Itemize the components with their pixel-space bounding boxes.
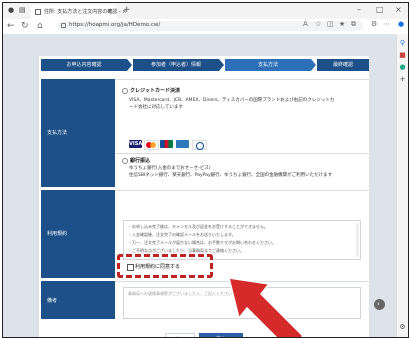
back-button[interactable]: 戻る [165, 333, 195, 337]
bank-transfer-title: 銀行振込 [130, 158, 151, 164]
refresh-icon[interactable]: ↻ [21, 21, 29, 31]
step-payment-method: 支払方法 [225, 59, 311, 71]
mastercard-logo [144, 140, 159, 150]
add-icon[interactable]: + [399, 76, 406, 83]
remarks-placeholder: 事務局への連絡事項等がございましたら、ご記入ください。 [128, 291, 236, 296]
remarks-label: 備考 [47, 298, 58, 304]
copilot-icon[interactable]: ● [398, 21, 405, 28]
credit-card-radio[interactable] [122, 88, 128, 94]
terms-line: ・お申し込み完了後は、キャンセル及び返金をお受けすることができません。 [128, 224, 268, 229]
page-favicon-icon [35, 9, 41, 15]
remarks-label-cell: 備考 [41, 281, 115, 319]
tab-title: 住所: 支払方法と注文内容の確認 - × [44, 9, 127, 15]
red-arrow-annotation [227, 277, 305, 337]
credit-card-title: クレジットカード決済 [130, 88, 181, 94]
search-icon[interactable]: ⚲ [399, 40, 406, 47]
terms-scrollbar[interactable] [356, 223, 359, 257]
terms-label: 利用規約 [47, 231, 68, 237]
tab-actions-icon[interactable]: ▤ [19, 7, 26, 14]
split-screen-icon[interactable]: ◫ [327, 21, 334, 28]
tools-icon[interactable]: ● [399, 64, 406, 71]
tab-close-icon[interactable]: × [107, 7, 113, 15]
terms-line: ・万一、注文完了メールが届かない場合は、お手数ですがお問い合わせください。 [128, 240, 276, 245]
shopping-icon[interactable]: ■ [399, 52, 406, 59]
back-arrow-icon[interactable]: ← [7, 21, 15, 31]
divider [115, 79, 369, 80]
visa-logo: VISA [129, 140, 143, 148]
browser-window: ● ▤ 住所: 支払方法と注文内容の確認 - × × + – □ × ← ↻ ⌂… [2, 2, 409, 338]
terms-line: ・入金確認後、注文完了の確認メールをお送りいたします。 [128, 232, 236, 237]
collections-icon[interactable]: ⧉ [351, 21, 358, 28]
scroll-arrow-icon[interactable]: › [374, 299, 385, 310]
home-icon[interactable]: ⌂ [37, 21, 43, 31]
divider [115, 190, 369, 191]
new-tab-button[interactable]: + [123, 5, 131, 15]
bank-transfer-radio[interactable] [122, 158, 128, 164]
divider [115, 153, 369, 154]
profile-icon[interactable]: ● [8, 7, 15, 14]
page-content: お申込内容確認 参加者（申込者）情報 支払方法 最終確認 支払方法 クレジットカ… [3, 34, 396, 337]
dashed-highlight [117, 254, 213, 278]
bank-transfer-desc-1: ゆうちょ銀行(入金のまでおせーせ-ビス) [129, 166, 211, 171]
step-arrow [311, 59, 316, 71]
terms-label-cell: 利用規約 [41, 190, 115, 278]
payment-method-label: 支払方法 [47, 130, 68, 136]
favorites-icon[interactable]: ★ [339, 21, 346, 28]
step-application-review: お申込内容確認 [41, 59, 127, 71]
minimize-button[interactable]: – [357, 5, 361, 14]
favorite-star-icon[interactable]: ☆ [315, 21, 322, 28]
extensions-icon[interactable]: ⚙ [371, 21, 378, 28]
credit-card-desc-2: ード会社に対応しています [129, 105, 183, 110]
lock-icon [61, 23, 66, 28]
amex-logo [176, 140, 189, 148]
payment-method-label-cell: 支払方法 [41, 79, 115, 187]
more-icon[interactable]: ⋯ [383, 21, 390, 28]
step-participant-info: 参加者（申込者）情報 [133, 59, 219, 71]
credit-card-desc-1: VISA、Mastercard、JCB、AMEX、Diners、ディスカバーの国… [129, 98, 335, 103]
browser-tab[interactable]: 住所: 支払方法と注文内容の確認 - × × [31, 5, 126, 19]
navigation-bar: ← ↻ ⌂ https://hoapmi.org/ja/HDemo.cw/ A … [3, 19, 408, 35]
diners-logo [192, 140, 207, 150]
jcb-logo [160, 140, 173, 148]
step-arrow [219, 59, 224, 71]
tab-bar: ● ▤ 住所: 支払方法と注文内容の確認 - × × + – □ × [3, 3, 408, 19]
url-text: https://hoapmi.org/ja/HDemo.cw/ [69, 22, 161, 28]
bank-transfer-desc-2: 住信SBIネット銀行、楽天銀行、PayPay銀行、ゆうちょ銀行、全国の金融機関が… [129, 173, 333, 178]
maximize-button[interactable]: □ [376, 5, 384, 14]
side-panel: ⚲ ■ ● + ⚙ [396, 34, 408, 337]
step-arrow [127, 59, 132, 71]
settings-icon[interactable]: ⚙ [399, 324, 406, 331]
read-aloud-icon[interactable]: A [303, 21, 310, 28]
close-window-button[interactable]: × [395, 5, 402, 14]
step-final-confirmation: 最終確認 [317, 59, 369, 71]
